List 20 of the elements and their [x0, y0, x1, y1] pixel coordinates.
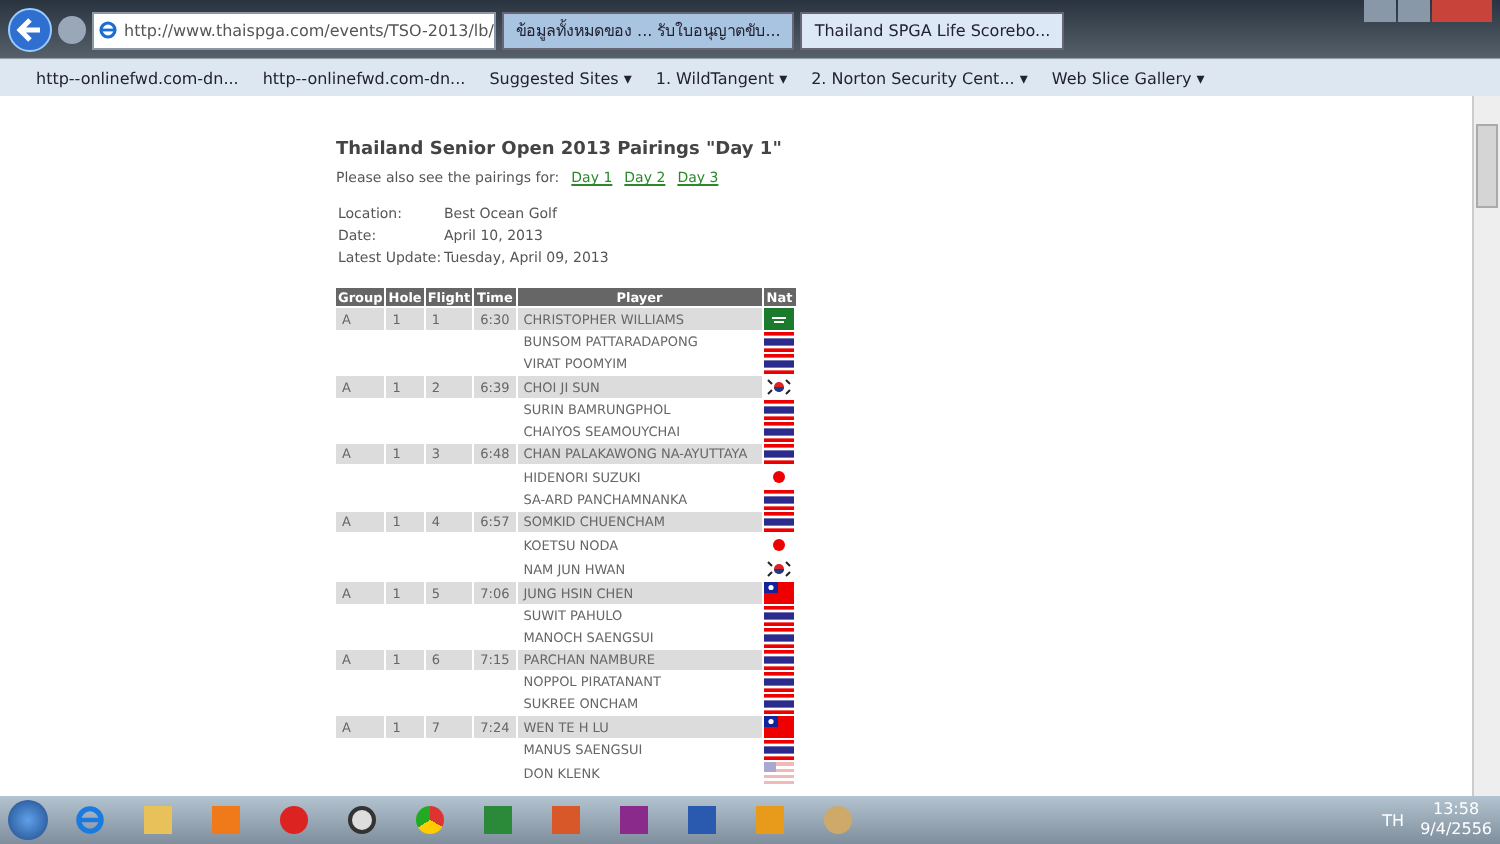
- window-controls[interactable]: [1364, 0, 1492, 22]
- arrow-icon: [16, 16, 44, 44]
- favorite-link[interactable]: Web Slice Gallery ▾: [1051, 69, 1205, 87]
- forward-button[interactable]: [58, 16, 86, 44]
- favorite-link[interactable]: http--onlinefwd.com-dn...: [36, 69, 239, 87]
- start-button[interactable]: [8, 800, 48, 840]
- address-bar[interactable]: http://www.thaispga.com/events/TSO-2013/lb/: [92, 11, 496, 49]
- back-button[interactable]: [8, 8, 52, 52]
- clock-date: 9/4/2556: [1420, 820, 1492, 840]
- browser-logo-icon: [74, 804, 106, 836]
- favorite-link[interactable]: Suggested Sites ▾: [489, 69, 632, 87]
- browser-tab[interactable]: Thailand SPGA Life Scorebo...: [800, 11, 1065, 49]
- page-icon: [94, 20, 118, 40]
- browser-tab[interactable]: ข้อมูลทั้งหมดของ ... รับใบอนุญาตขับ...: [502, 11, 795, 49]
- favorite-link[interactable]: http--onlinefwd.com-dn...: [262, 69, 466, 87]
- scrollbar[interactable]: [1472, 96, 1500, 796]
- favorite-link[interactable]: 1. WildTangent ▾: [655, 69, 788, 87]
- page-title: Thailand Senior Open 2013 Pairings "Day 1": [336, 138, 784, 162]
- clock-time: 13:58: [1433, 800, 1480, 820]
- favorite-link[interactable]: 2. Norton Security Cent... ▾: [811, 69, 1028, 87]
